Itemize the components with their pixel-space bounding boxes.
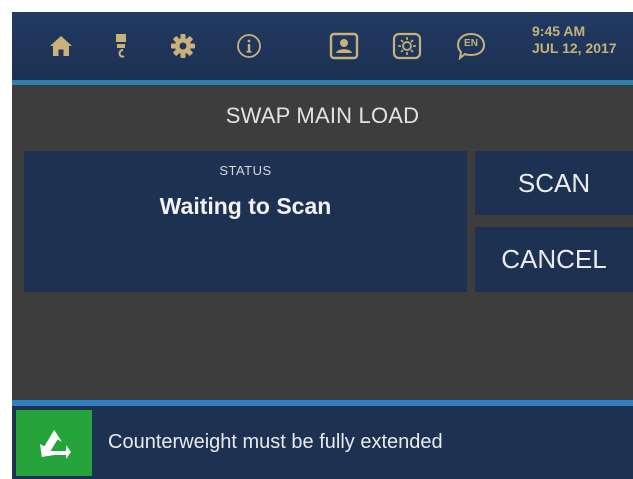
- language-code: EN: [464, 38, 478, 49]
- brightness-icon[interactable]: [390, 29, 424, 63]
- device-screen: EN 9:45 AM JUL 12, 2017 SWAP MAIN LOAD S…: [12, 12, 633, 479]
- clock: 9:45 AM JUL 12, 2017: [532, 23, 633, 57]
- test-tube-icon[interactable]: [104, 29, 138, 63]
- home-icon[interactable]: [44, 29, 78, 63]
- top-toolbar: EN 9:45 AM JUL 12, 2017: [12, 12, 633, 85]
- message-bar: Counterweight must be fully extended: [12, 406, 633, 479]
- clock-time: 9:45 AM: [532, 23, 586, 39]
- extend-arrow-icon: [16, 410, 92, 476]
- status-value: Waiting to Scan: [159, 193, 332, 219]
- clock-date: JUL 12, 2017: [532, 40, 617, 56]
- cancel-button[interactable]: CANCEL: [475, 227, 633, 292]
- status-panel: STATUS Waiting to Scan: [24, 151, 467, 292]
- scan-button[interactable]: SCAN: [475, 151, 633, 215]
- gear-icon[interactable]: [166, 29, 200, 63]
- status-label: STATUS: [219, 163, 272, 178]
- message-text: Counterweight must be fully extended: [108, 431, 443, 453]
- operator-badge-icon[interactable]: [327, 29, 361, 63]
- info-icon[interactable]: [232, 29, 266, 63]
- language-icon[interactable]: EN: [454, 29, 488, 63]
- page-title: SWAP MAIN LOAD: [225, 103, 420, 128]
